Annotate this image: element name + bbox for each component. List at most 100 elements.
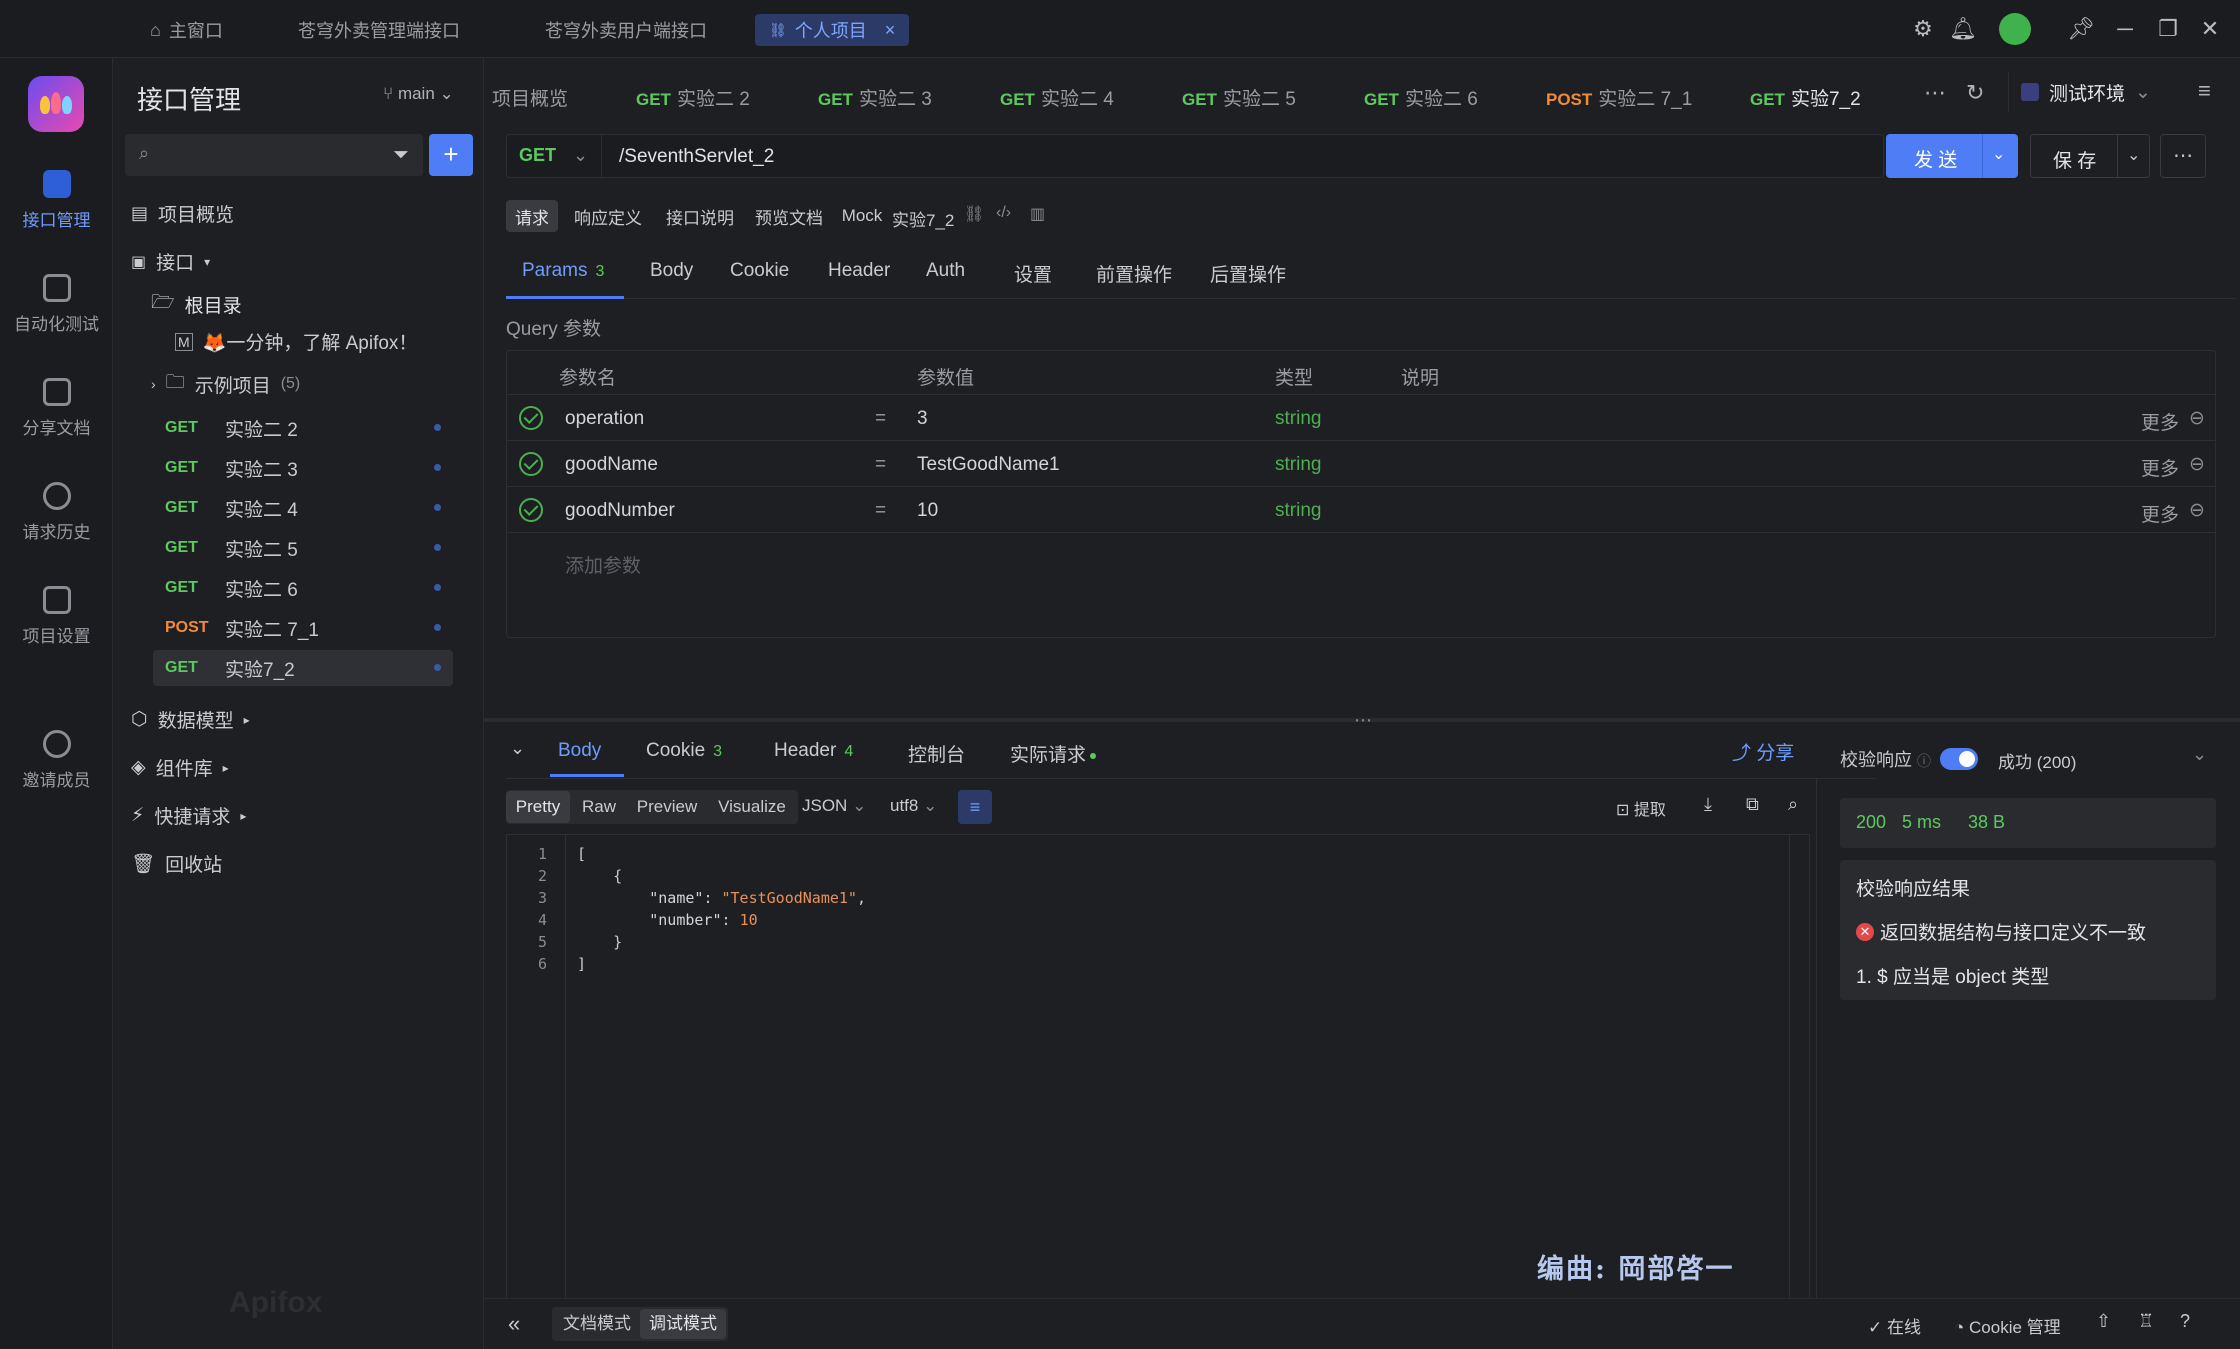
close-tab-icon[interactable]: × [885,20,896,41]
cookie-manager[interactable]: ◔ Cookie 管理 [1954,1313,2061,1338]
help-icon[interactable]: ? [2180,1311,2190,1332]
pin-icon[interactable]: 📌︎ [2067,16,2095,42]
request-tab[interactable]: GET 实验二 4 [1000,84,1114,111]
url-input[interactable]: /SeventhServlet_2 [619,146,774,168]
online-status[interactable]: ✓ 在线 [1868,1313,1921,1338]
editor-scrollbar[interactable] [1789,835,1790,1329]
drag-handle-icon[interactable]: ⋯ [1354,710,1372,731]
request-tab[interactable]: POST 实验二 7_1 [1546,84,1692,111]
rail-project-settings[interactable]: 项目设置 [0,586,113,647]
param-tab[interactable]: Header [828,260,890,282]
enabled-checkbox[interactable] [519,498,543,522]
doc-tab[interactable]: 接口说明 [658,200,742,232]
param-tab[interactable]: 后置操作 [1210,260,1286,287]
avatar[interactable] [1999,13,2031,45]
layout-icon[interactable]: ▥ [1030,204,1045,224]
extract-button[interactable]: ⊡ 提取 [1616,796,1666,820]
minimize-icon[interactable]: ─ [2112,16,2138,42]
endpoint-item[interactable]: GET 实验二 2 [153,410,453,446]
window-tab-main[interactable]: ⌂ 主窗口 [150,14,223,46]
endpoint-item[interactable]: GET 实验二 6 [153,570,453,606]
collapse-sidebar-icon[interactable]: « [508,1311,520,1337]
param-tab[interactable]: 设置 [1014,260,1052,287]
param-tab[interactable]: Auth [926,260,965,282]
share-button[interactable]: ⤴ 分享 [1732,738,1794,765]
settings-icon[interactable]: ⚙ [1910,16,1936,42]
more-button[interactable]: 更多 [2141,454,2179,481]
param-type[interactable]: string [1275,408,1321,430]
validation-status-selector[interactable]: 成功 (200) [1998,748,2076,773]
sidebar-api-group[interactable]: ▣ 接口 ▾ [131,248,210,275]
filter-button[interactable]: ⏷ [379,134,423,176]
request-tab[interactable]: GET 实验二 3 [818,84,932,111]
endpoint-item[interactable]: GET 实验二 5 [153,530,453,566]
remove-icon[interactable]: ⊖ [2189,499,2205,522]
code-icon[interactable]: ‹/› [996,204,1011,222]
more-button[interactable]: 更多 [2141,500,2179,527]
refresh-icon[interactable]: ↻ [1966,80,1984,106]
send-button[interactable]: 发 送 ⌄ [1886,134,2018,178]
request-tab[interactable]: 项目概览 [492,84,568,111]
window-tab-personal[interactable]: ⛓ 个人项目 × [755,14,910,46]
menu-icon[interactable]: ≡ [2198,78,2211,104]
window-tab-user-api[interactable]: 苍穹外卖用户端接口 [545,14,707,46]
search-input[interactable]: ⌕ [125,134,385,176]
format-tab[interactable]: Pretty [506,791,570,823]
upload-icon[interactable]: ⇧ [2096,1311,2111,1332]
doc-mode-button[interactable]: 文档模式 [554,1309,640,1339]
search-icon[interactable]: ⌕ [1788,794,1798,815]
debug-mode-button[interactable]: 调试模式 [640,1309,726,1339]
request-tab[interactable]: GET 实验7_2 [1750,84,1861,111]
rail-api-management[interactable]: 接口管理 [0,170,113,231]
doc-tab[interactable]: 响应定义 [564,200,652,232]
sidebar-components[interactable]: ◈ 组件库 ▸ [131,754,229,781]
param-tab[interactable]: Cookie [730,260,789,282]
remove-icon[interactable]: ⊖ [2189,407,2205,430]
response-tab[interactable]: Header 4 [774,740,853,762]
format-tab[interactable]: Visualize [706,791,798,823]
window-tab-admin-api[interactable]: 苍穹外卖管理端接口 [298,14,460,46]
sidebar-overview[interactable]: ▤ 项目概览 [131,200,234,227]
restore-icon[interactable]: ❐ [2155,16,2181,42]
response-tab[interactable]: 控制台 [908,740,965,767]
copy-icon[interactable]: ⧉ [1746,794,1759,815]
doc-tab[interactable]: 预览文档 [748,200,830,232]
remove-icon[interactable]: ⊖ [2189,453,2205,476]
param-name[interactable]: goodName [565,454,658,476]
sidebar-root-folder[interactable]: 🗁 根目录 [151,288,242,320]
rail-automation[interactable]: 自动化测试 [0,274,113,335]
collapse-response-icon[interactable]: ⌄ [510,738,525,759]
response-tab[interactable]: Body [558,740,601,762]
endpoint-item[interactable]: GET 实验二 4 [153,490,453,526]
link-icon[interactable]: ⛓ [964,204,984,224]
sidebar-recycle[interactable]: 🗑︎ 回收站 [131,850,222,877]
add-button[interactable]: + [429,134,473,176]
param-value[interactable]: 3 [917,408,928,430]
request-tab[interactable]: GET 实验二 5 [1182,84,1296,111]
enabled-checkbox[interactable] [519,452,543,476]
sidebar-intro-doc[interactable]: M 🦊一分钟，了解 Apifox！ [175,328,417,355]
endpoint-item[interactable]: GET 实验二 3 [153,450,453,486]
more-options-icon[interactable]: ⋯ [2160,134,2206,178]
param-value[interactable]: 10 [917,500,938,522]
request-tab[interactable]: GET 实验二 6 [1364,84,1478,111]
sidebar-example-folder[interactable]: › 🗀 示例项目 (5) [151,368,300,400]
wrap-icon[interactable]: ≡ [958,790,992,824]
param-type[interactable]: string [1275,500,1321,522]
doc-tab[interactable]: Mock [836,200,888,232]
environment-selector[interactable]: 测试环境 ⌄ [2008,72,2170,112]
save-button[interactable]: 保 存 ⌄ [2030,134,2150,178]
download-icon[interactable]: ⤓ [1704,794,1712,815]
format-tab[interactable]: Preview [628,791,706,823]
close-window-icon[interactable]: ✕ [2197,16,2223,42]
branch-selector[interactable]: ⑂ main ⌄ [383,84,454,104]
param-name[interactable]: operation [565,408,644,430]
param-name[interactable]: goodNumber [565,500,675,522]
language-selector[interactable]: JSON ⌄ [802,796,866,816]
response-body-editor[interactable]: 1 [2 {3 "name": "TestGoodName1", 4 "number… [506,834,1810,1330]
doc-tab[interactable]: 请求 [506,200,558,232]
enabled-checkbox[interactable] [519,406,543,430]
notification-icon[interactable]: 🔔︎ [1949,16,1977,42]
param-type[interactable]: string [1275,454,1321,476]
endpoint-item[interactable]: POST 实验二 7_1 [153,610,453,646]
